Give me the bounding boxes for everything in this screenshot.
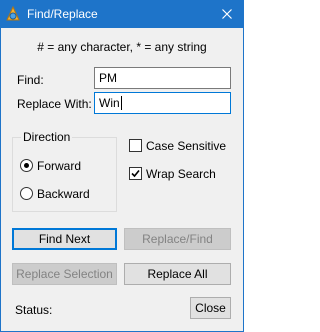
backward-label[interactable]: Backward [37, 187, 90, 201]
status-label: Status: [15, 303, 53, 317]
replace-label: Replace With: [17, 97, 92, 111]
case-sensitive-label[interactable]: Case Sensitive [146, 139, 226, 153]
replace-input[interactable] [94, 92, 231, 114]
title-bar[interactable]: Find/Replace [1, 1, 243, 28]
replace-all-button[interactable]: Replace All [124, 263, 231, 285]
close-icon [222, 8, 232, 22]
find-label: Find: [17, 73, 44, 87]
forward-radio-button[interactable] [20, 159, 33, 172]
window-close-button[interactable] [211, 1, 243, 28]
backward-radio-button[interactable] [20, 187, 33, 200]
replace-selection-button[interactable]: Replace Selection [12, 263, 117, 285]
find-replace-dialog: Find/Replace # = any character, * = any … [0, 0, 244, 332]
app-logo-icon [5, 5, 21, 22]
close-button[interactable]: Close [190, 297, 231, 319]
wrap-search-label[interactable]: Wrap Search [146, 167, 216, 181]
wildcard-hint: # = any character, * = any string [37, 40, 207, 54]
forward-label[interactable]: Forward [37, 159, 81, 173]
find-next-button[interactable]: Find Next [12, 228, 117, 250]
check-icon [131, 169, 140, 178]
find-input[interactable] [94, 67, 231, 89]
text-caret [121, 96, 122, 110]
window-title: Find/Replace [27, 7, 98, 21]
radio-selected-dot [24, 163, 29, 168]
case-sensitive-checkbox[interactable] [129, 139, 142, 152]
wrap-search-checkbox[interactable] [129, 167, 142, 180]
direction-group-label: Direction [21, 130, 73, 144]
replace-find-button[interactable]: Replace/Find [124, 228, 231, 250]
